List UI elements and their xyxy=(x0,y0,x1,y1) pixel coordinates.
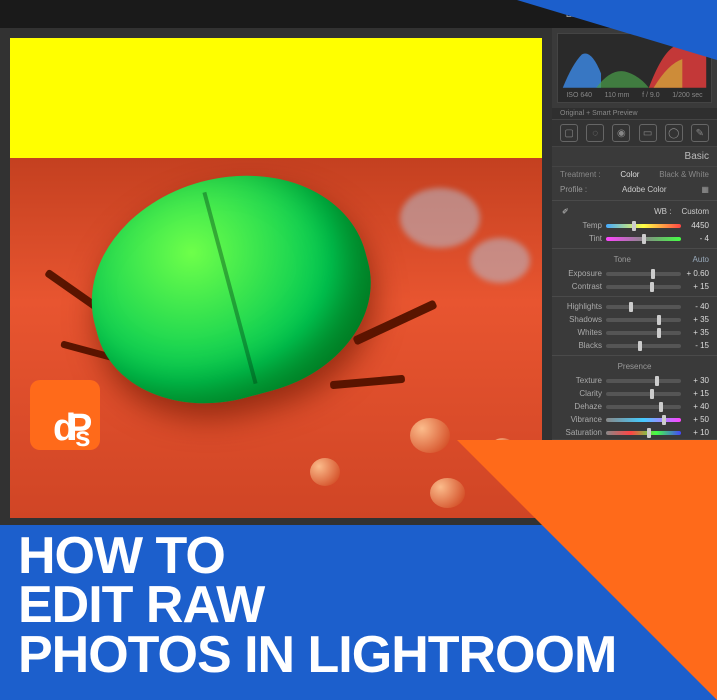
profile-row: Profile : Adobe Color ▦ xyxy=(552,182,717,197)
profile-label: Profile : xyxy=(560,185,587,194)
highlights-slider[interactable]: Highlights- 40 xyxy=(552,300,717,313)
treatment-bw[interactable]: Black & White xyxy=(659,170,709,179)
treatment-label: Treatment : xyxy=(560,170,601,179)
photo-detail xyxy=(310,458,340,486)
radial-tool-icon[interactable]: ◯ xyxy=(665,124,683,142)
hist-focal: 110 mm xyxy=(605,92,630,99)
tint-slider[interactable]: Tint- 4 xyxy=(552,232,717,245)
spot-tool-icon[interactable]: ◌ xyxy=(586,124,604,142)
wb-row: ✐ WB : Custom xyxy=(552,204,717,219)
profile-value[interactable]: Adobe Color xyxy=(622,185,666,194)
hist-iso: ISO 640 xyxy=(566,92,592,99)
title-overlay: HOW TO EDIT RAW PHOTOS IN LIGHTROOM xyxy=(18,532,616,680)
basic-panel-header[interactable]: Basic xyxy=(552,147,717,167)
dps-logo: dPs xyxy=(30,380,100,450)
blacks-slider[interactable]: Blacks- 15 xyxy=(552,339,717,352)
treatment-row: Treatment : Color Black & White xyxy=(552,167,717,182)
local-adjustment-tools: ▢ ◌ ◉ ▭ ◯ ✎ xyxy=(552,119,717,147)
dehaze-slider[interactable]: Dehaze+ 40 xyxy=(552,400,717,413)
treatment-color[interactable]: Color xyxy=(620,170,639,179)
vibrance-slider[interactable]: Vibrance+ 50 xyxy=(552,413,717,426)
whites-slider[interactable]: Whites+ 35 xyxy=(552,326,717,339)
preview-type-label: Original + Smart Preview xyxy=(552,108,717,119)
photo-detail xyxy=(410,418,450,453)
brush-tool-icon[interactable]: ✎ xyxy=(691,124,709,142)
contrast-slider[interactable]: Contrast+ 15 xyxy=(552,280,717,293)
hist-shutter: 1/200 sec xyxy=(672,92,702,99)
texture-slider[interactable]: Texture+ 30 xyxy=(552,374,717,387)
photo-reflection xyxy=(470,238,530,283)
crop-tool-icon[interactable]: ▢ xyxy=(560,124,578,142)
wb-value[interactable]: Custom xyxy=(681,207,709,216)
clipping-overlay-top xyxy=(10,38,542,158)
title-line-3: PHOTOS IN LIGHTROOM xyxy=(18,631,616,680)
clarity-slider[interactable]: Clarity+ 15 xyxy=(552,387,717,400)
histogram-metadata: ISO 640 110 mm f / 9.0 1/200 sec xyxy=(558,91,711,100)
profile-grid-icon[interactable]: ▦ xyxy=(701,185,709,194)
photo-reflection xyxy=(400,188,480,248)
hist-aperture: f / 9.0 xyxy=(642,92,660,99)
overlay-triangle-top xyxy=(517,0,717,60)
tone-section-label: ToneAuto xyxy=(552,252,717,267)
auto-button[interactable]: Auto xyxy=(693,255,709,264)
temp-slider[interactable]: Temp4450 xyxy=(552,219,717,232)
title-line-2: EDIT RAW xyxy=(18,581,616,630)
saturation-slider[interactable]: Saturation+ 10 xyxy=(552,426,717,439)
redeye-tool-icon[interactable]: ◉ xyxy=(612,124,630,142)
eyedropper-icon[interactable]: ✐ xyxy=(562,207,569,216)
wb-label: WB : xyxy=(654,207,671,216)
exposure-slider[interactable]: Exposure+ 0.60 xyxy=(552,267,717,280)
presence-section-label: Presence xyxy=(552,359,717,374)
title-line-1: HOW TO xyxy=(18,532,616,581)
shadows-slider[interactable]: Shadows+ 35 xyxy=(552,313,717,326)
gradient-tool-icon[interactable]: ▭ xyxy=(639,124,657,142)
